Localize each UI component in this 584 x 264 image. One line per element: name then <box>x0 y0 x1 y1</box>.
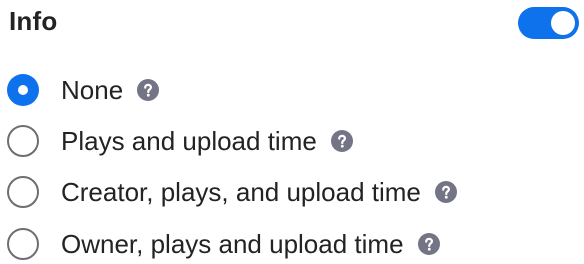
radio-dot <box>18 85 28 95</box>
info-settings-panel: Info None Plays and upload time Creator,… <box>0 0 584 264</box>
option-label: Creator, plays, and upload time <box>61 177 421 207</box>
radio-button-none[interactable] <box>7 74 39 106</box>
help-icon[interactable] <box>330 130 353 152</box>
radio-button-creator-plays-upload-time[interactable] <box>7 176 39 208</box>
help-icon[interactable] <box>434 181 457 203</box>
option-label: Owner, plays and upload time <box>61 229 404 259</box>
option-none[interactable]: None <box>7 70 160 110</box>
option-creator-plays-upload-time[interactable]: Creator, plays, and upload time <box>7 172 457 212</box>
option-plays-upload-time[interactable]: Plays and upload time <box>7 121 353 161</box>
help-icon[interactable] <box>137 79 160 101</box>
radio-button-owner-plays-upload-time[interactable] <box>7 228 39 260</box>
toggle-knob <box>551 11 575 35</box>
section-title: Info <box>9 6 58 36</box>
option-label: Plays and upload time <box>61 126 317 156</box>
help-icon[interactable] <box>417 233 440 255</box>
info-toggle[interactable] <box>518 7 579 39</box>
option-label: None <box>61 75 124 105</box>
option-owner-plays-upload-time[interactable]: Owner, plays and upload time <box>7 224 440 264</box>
radio-button-plays-upload-time[interactable] <box>7 125 39 157</box>
